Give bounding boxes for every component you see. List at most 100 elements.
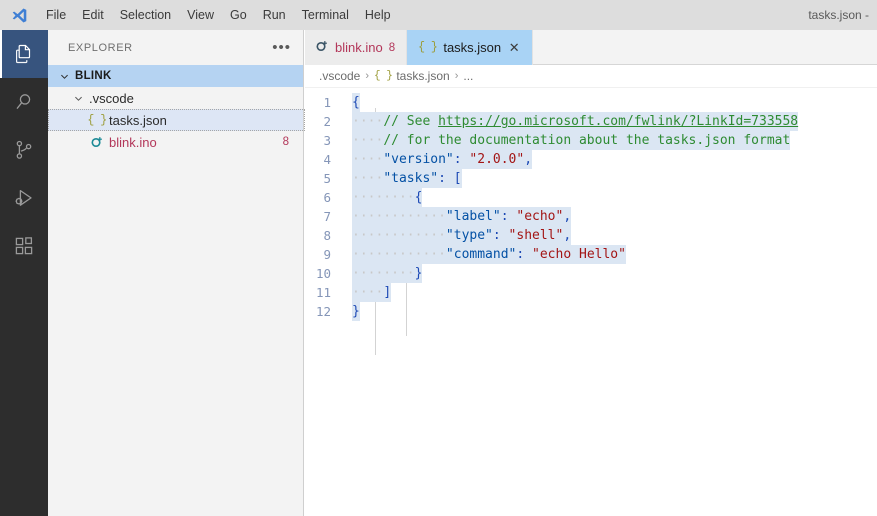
line-number: 1 [305,95,352,110]
breadcrumb-item-more[interactable]: ... [463,69,473,83]
tab-label: tasks.json [443,40,501,55]
chevron-down-icon[interactable] [70,87,86,109]
menu-item-edit[interactable]: Edit [74,0,112,30]
code-line-text[interactable]: ········} [352,264,422,283]
code-line-text[interactable]: ····] [352,283,391,302]
code-token-punct: } [415,266,423,281]
code-token-punct: : [516,247,532,262]
tree-item-problem-badge: 8 [283,136,303,148]
line-number: 12 [305,304,352,319]
whitespace-dots: ···· [352,152,383,167]
json-braces-icon: { } [374,70,392,82]
code-line[interactable]: 9············"command": "echo Hello" [305,245,877,264]
activity-item-explorer[interactable] [0,30,48,78]
code-token-link: https://go.microsoft.com/fwlink/?LinkId=… [438,114,798,129]
chevron-right-icon: › [364,70,370,82]
code-line[interactable]: 5····"tasks": [ [305,169,877,188]
code-token-punct: : [454,152,470,167]
code-token-punct: : [501,209,517,224]
breadcrumb-item-tasks-json[interactable]: tasks.json [396,69,449,83]
code-line[interactable]: 8············"type": "shell", [305,226,877,245]
activity-bar [0,30,48,516]
code-token-com: // See [383,114,438,129]
code-line[interactable]: 11····] [305,283,877,302]
code-line[interactable]: 6········{ [305,188,877,207]
source-control-branch-icon [12,138,36,162]
code-line-text[interactable]: ····"tasks": [ [352,169,462,188]
tree-item-label: blink.ino [106,135,157,150]
code-token-punct: { [415,190,423,205]
tree-item-tasks-json[interactable]: { } tasks.json [48,109,303,131]
line-number: 8 [305,228,352,243]
code-token-str: "echo" [516,209,563,224]
tree-item-vscode[interactable]: .vscode [48,87,303,109]
search-icon [12,90,36,114]
close-icon[interactable]: ✕ [507,40,521,56]
code-line[interactable]: 12} [305,302,877,321]
line-number: 2 [305,114,352,129]
menu-item-file[interactable]: File [38,0,74,30]
whitespace-dots: ········ [352,190,415,205]
code-token-str: "shell" [509,228,564,243]
code-token-punct: } [352,304,360,319]
whitespace-dots: ···· [352,171,383,186]
code-line-text[interactable]: ············"label": "echo", [352,207,571,226]
code-token-str: "2.0.0" [469,152,524,167]
code-line-text[interactable]: ············"type": "shell", [352,226,571,245]
code-line[interactable]: 10········} [305,264,877,283]
tab-problem-badge: 8 [389,42,395,54]
chevron-down-icon[interactable] [56,65,72,87]
code-line-text[interactable]: { [352,93,360,112]
code-token-key: "type" [446,228,493,243]
code-line-text[interactable]: ····// for the documentation about the t… [352,131,790,150]
activity-item-run-and-debug[interactable] [0,174,48,222]
run-and-debug-icon [12,186,36,210]
code-line-text[interactable]: ············"command": "echo Hello" [352,245,626,264]
whitespace-dots: ············ [352,228,446,243]
code-token-punct: { [352,95,360,110]
line-number: 10 [305,266,352,281]
code-line[interactable]: 3····// for the documentation about the … [305,131,877,150]
menu-item-go[interactable]: Go [222,0,255,30]
line-number: 9 [305,247,352,262]
whitespace-dots: ············ [352,209,446,224]
code-line-text[interactable]: ········{ [352,188,422,207]
tree-item-blink-ino[interactable]: blink.ino 8 [48,131,303,153]
activity-item-extensions[interactable] [0,222,48,270]
ellipsis-icon[interactable]: ••• [272,44,291,52]
code-line[interactable]: 4····"version": "2.0.0", [305,150,877,169]
line-number: 5 [305,171,352,186]
menu-item-run[interactable]: Run [255,0,294,30]
window-title: tasks.json - [808,0,869,30]
activity-item-search[interactable] [0,78,48,126]
code-token-key: "tasks" [383,171,438,186]
menu-item-view[interactable]: View [179,0,222,30]
code-editor[interactable]: 1{2····// See https://go.microsoft.com/f… [305,89,877,516]
whitespace-dots: ············ [352,247,446,262]
code-token-punct: : [438,171,454,186]
tab-label: blink.ino [335,40,383,55]
code-token-com: // for the documentation about the tasks… [383,133,790,148]
code-line[interactable]: 7············"label": "echo", [305,207,877,226]
activity-item-source-control[interactable] [0,126,48,174]
sidebar-header: EXPLORER ••• [48,30,303,65]
code-line-text[interactable]: } [352,302,360,321]
code-line-text[interactable]: ····// See https://go.microsoft.com/fwli… [352,112,798,131]
breadcrumb-item-vscode[interactable]: .vscode [319,69,360,83]
vscode-window: File Edit Selection View Go Run Terminal… [0,0,877,516]
file-tree[interactable]: BLINK .vscode { } tasks.json [48,65,303,153]
menu-item-help[interactable]: Help [357,0,399,30]
menu-item-terminal[interactable]: Terminal [294,0,357,30]
tree-item-label: BLINK [72,70,112,82]
menu-bar[interactable]: File Edit Selection View Go Run Terminal… [38,0,399,30]
code-line[interactable]: 1{ [305,93,877,112]
code-line-text[interactable]: ····"version": "2.0.0", [352,150,532,169]
tab-blink-ino[interactable]: blink.ino 8 [305,30,407,65]
tree-item-blink[interactable]: BLINK [48,65,303,87]
whitespace-dots: ···· [352,114,383,129]
tree-item-label: tasks.json [106,113,167,128]
code-token-key: "command" [446,247,516,262]
tab-tasks-json[interactable]: { } tasks.json ✕ [407,30,533,65]
code-line[interactable]: 2····// See https://go.microsoft.com/fwl… [305,112,877,131]
menu-item-selection[interactable]: Selection [112,0,179,30]
